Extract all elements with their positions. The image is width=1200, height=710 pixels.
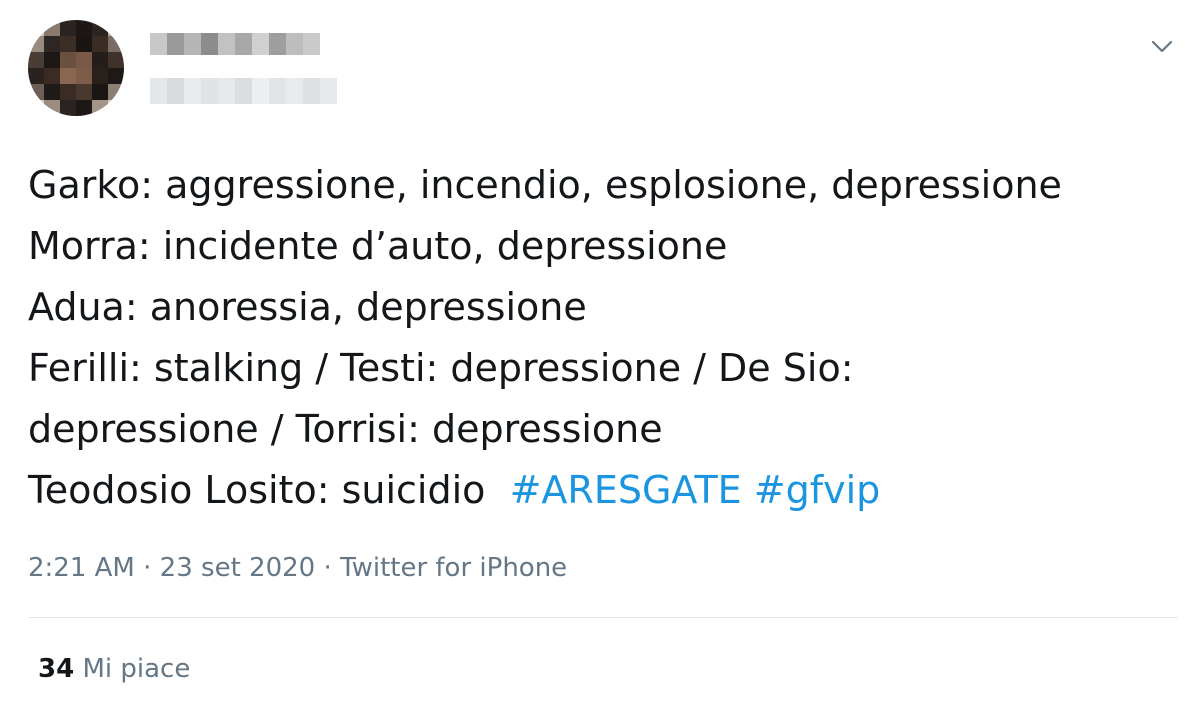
hashtag-gfvip-link[interactable]: #gfvip [754, 468, 881, 512]
avatar-pixel [28, 100, 44, 116]
avatar-pixel [60, 100, 76, 116]
tweet-line: Morra: incidente d’auto, depressione [28, 224, 728, 268]
avatar-pixel [92, 52, 108, 68]
blur-cell [167, 33, 184, 55]
blur-cell [286, 78, 303, 104]
blur-cell [150, 33, 167, 55]
avatar-pixel [92, 68, 108, 84]
blur-cell [235, 33, 252, 55]
avatar-pixel [60, 20, 76, 36]
avatar-pixel [108, 20, 124, 36]
blur-cell [303, 78, 320, 104]
avatar-pixel [108, 100, 124, 116]
meta-separator: · [134, 553, 160, 583]
tweet-date-link[interactable]: 23 set 2020 [160, 553, 316, 583]
avatar[interactable] [28, 20, 124, 116]
avatar-pixel [28, 84, 44, 100]
avatar-pixel [92, 100, 108, 116]
blur-cell [235, 78, 252, 104]
avatar-pixel [108, 52, 124, 68]
avatar-pixel [28, 68, 44, 84]
likes-stat[interactable]: 34 Mi piace [38, 651, 190, 687]
avatar-pixel [44, 100, 60, 116]
avatar-pixel [44, 36, 60, 52]
blur-cell [269, 33, 286, 55]
blur-cell [218, 78, 235, 104]
tweet-line-last: Teodosio Losito: suicidio #ARESGATE #gfv… [28, 460, 1178, 521]
avatar-pixel [60, 68, 76, 84]
avatar-pixel [108, 68, 124, 84]
blur-cell [269, 78, 286, 104]
avatar-pixel [76, 36, 92, 52]
tweet-line: Ferilli: stalking / Testi: depressione /… [28, 346, 854, 390]
avatar-pixel [44, 20, 60, 36]
tweet-source-link[interactable]: Twitter for iPhone [340, 553, 567, 583]
avatar-pixel [60, 36, 76, 52]
tweet-line: Adua: anoressia, depressione [28, 285, 587, 329]
tweet-meta: 2:21 AM · 23 set 2020 · Twitter for iPho… [28, 550, 567, 586]
blur-cell [252, 78, 269, 104]
blur-cell [150, 78, 167, 104]
avatar-pixel [44, 52, 60, 68]
tweet-time-link[interactable]: 2:21 AM [28, 553, 135, 583]
blur-cell [201, 78, 218, 104]
likes-label: Mi piace [74, 654, 191, 684]
avatar-pixel [28, 36, 44, 52]
blur-cell [218, 33, 235, 55]
avatar-pixel [28, 20, 44, 36]
avatar-pixel [76, 100, 92, 116]
avatar-pixel [76, 68, 92, 84]
tweet-line: Garko: aggressione, incendio, esplosione… [28, 163, 1062, 207]
avatar-pixel [44, 84, 60, 100]
meta-separator: · [315, 553, 340, 583]
blur-cell [303, 33, 320, 55]
author-name-blurred[interactable] [150, 33, 320, 55]
avatar-pixel [92, 84, 108, 100]
tweet-line: depressione / Torrisi: depressione [28, 407, 663, 451]
avatar-pixel [76, 84, 92, 100]
tweet-card: Garko: aggressione, incendio, esplosione… [0, 0, 1200, 710]
hashtag-aresgate-link[interactable]: #ARESGATE [510, 468, 742, 512]
avatar-pixel [108, 36, 124, 52]
blur-cell [184, 33, 201, 55]
tweet-body: Garko: aggressione, incendio, esplosione… [28, 155, 1178, 521]
avatar-pixel [76, 20, 92, 36]
divider [28, 617, 1178, 618]
blur-cell [167, 78, 184, 104]
avatar-pixel [76, 52, 92, 68]
blur-cell [286, 33, 303, 55]
blur-cell [320, 78, 337, 104]
avatar-pixel [28, 52, 44, 68]
author-handle-blurred[interactable] [150, 78, 337, 104]
blur-cell [201, 33, 218, 55]
tweet-line-text: Teodosio Losito: suicidio [28, 468, 498, 512]
chevron-down-icon[interactable] [1148, 32, 1176, 60]
avatar-pixel [92, 36, 108, 52]
avatar-pixel [92, 20, 108, 36]
avatar-pixel [60, 52, 76, 68]
avatar-pixel [108, 84, 124, 100]
avatar-pixel [60, 84, 76, 100]
blur-cell [184, 78, 201, 104]
blur-cell [252, 33, 269, 55]
likes-count: 34 [38, 654, 75, 684]
avatar-pixel [44, 68, 60, 84]
tweet-header [0, 0, 1200, 130]
